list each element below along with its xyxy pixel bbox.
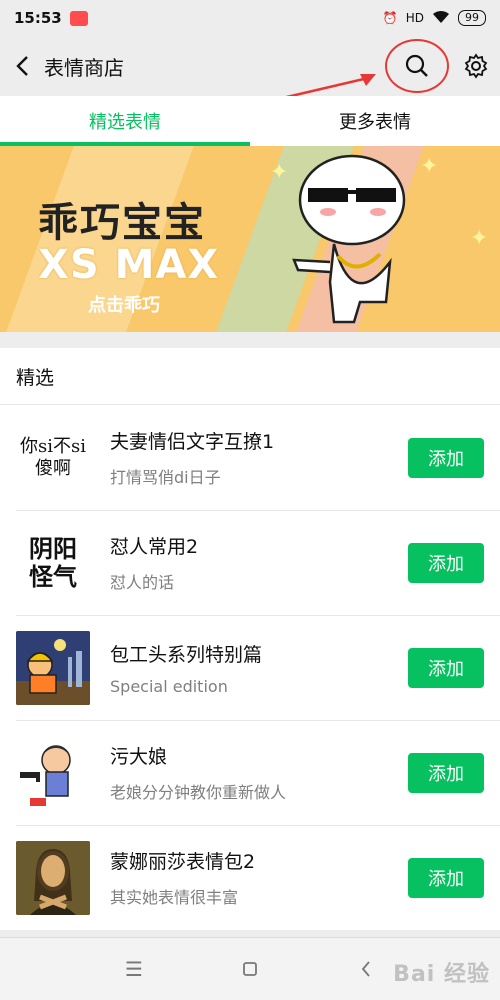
back-icon[interactable] bbox=[351, 954, 381, 984]
thumbnail-text: 阴阳 怪气 bbox=[29, 533, 77, 591]
featured-section: 精选 你si不si 傻啊 夫妻情侣文字互撩1 打情骂俏di日子 添加 阴阳 怪气… bbox=[0, 348, 500, 930]
list-item[interactable]: 阴阳 怪气 怼人常用2 怼人的话 添加 bbox=[0, 510, 500, 615]
item-description: 打情骂俏di日子 bbox=[110, 468, 221, 487]
list-item[interactable]: 蒙娜丽莎表情包2 其实她表情很丰富 添加 bbox=[0, 825, 500, 930]
item-name: 包工头系列特别篇 bbox=[110, 643, 263, 666]
wifi-icon bbox=[432, 10, 450, 27]
home-icon[interactable] bbox=[235, 954, 265, 984]
sticker-thumbnail bbox=[16, 840, 90, 915]
grandma-image bbox=[20, 744, 71, 806]
list-item[interactable]: 包工头系列特别篇 Special edition 添加 bbox=[0, 615, 500, 720]
section-title: 精选 bbox=[0, 348, 500, 405]
tab-bar: 精选表情 更多表情 bbox=[0, 96, 500, 146]
list-item[interactable]: 污大娘 老娘分分钟教你重新做人 添加 bbox=[0, 720, 500, 825]
status-icons: ⏰ HD 99 bbox=[383, 10, 486, 27]
back-arrow-icon bbox=[16, 56, 28, 76]
item-description: 怼人的话 bbox=[110, 573, 175, 592]
mascot-illustration bbox=[292, 154, 406, 324]
sticker-thumbnail bbox=[16, 735, 90, 810]
sparkle-icon: ✦ bbox=[270, 160, 289, 185]
item-description: 老娘分分钟教你重新做人 bbox=[110, 783, 287, 802]
item-name: 夫妻情侣文字互撩1 bbox=[110, 431, 275, 453]
thumbnail-text: 你si不si 傻啊 bbox=[20, 435, 86, 479]
sticker-thumbnail: 你si不si 傻啊 bbox=[16, 421, 90, 495]
sticker-thumbnail bbox=[16, 630, 90, 705]
add-button[interactable]: 添加 bbox=[408, 857, 484, 898]
add-button[interactable]: 添加 bbox=[408, 647, 484, 688]
sparkle-icon: ✦ bbox=[470, 226, 489, 251]
construction-worker-image bbox=[16, 630, 90, 705]
page-title: 表情商店 bbox=[44, 55, 124, 80]
search-button[interactable] bbox=[382, 36, 452, 96]
back-button[interactable] bbox=[0, 36, 44, 96]
add-button[interactable]: 添加 bbox=[408, 437, 484, 478]
tab-more[interactable]: 更多表情 bbox=[250, 96, 500, 146]
tab-featured[interactable]: 精选表情 bbox=[0, 96, 250, 146]
watermark: Bai 经验 bbox=[393, 962, 490, 987]
add-button[interactable]: 添加 bbox=[408, 752, 484, 793]
menu-icon[interactable]: ☰ bbox=[119, 954, 149, 984]
banner-title: 乖巧宝宝 bbox=[38, 199, 206, 246]
item-description: Special edition bbox=[110, 676, 228, 696]
item-name: 蒙娜丽莎表情包2 bbox=[110, 851, 256, 873]
sticker-thumbnail: 阴阳 怪气 bbox=[16, 526, 90, 600]
item-description: 其实她表情很丰富 bbox=[110, 888, 239, 907]
add-button[interactable]: 添加 bbox=[408, 542, 484, 583]
alarm-icon: ⏰ bbox=[382, 11, 398, 25]
annotation-circle bbox=[385, 39, 449, 93]
gear-icon bbox=[464, 53, 488, 79]
app-notification-icon bbox=[69, 10, 88, 26]
item-name: 污大娘 bbox=[110, 746, 168, 768]
settings-button[interactable] bbox=[452, 36, 500, 96]
list-item[interactable]: 你si不si 傻啊 夫妻情侣文字互撩1 打情骂俏di日子 添加 bbox=[0, 405, 500, 510]
banner-cta: 点击乖巧 bbox=[88, 295, 160, 316]
network-label: HD bbox=[405, 11, 424, 25]
promo-banner[interactable]: ✦ ✦ ✦ 乖巧宝宝 XS MAX 点击乖巧 bbox=[0, 146, 500, 332]
banner-subtitle: XS MAX bbox=[38, 242, 220, 288]
navbar: 表情商店 bbox=[0, 36, 500, 96]
sparkle-icon: ✦ bbox=[420, 154, 439, 179]
mona-lisa-image bbox=[16, 840, 90, 915]
status-time: 15:53 bbox=[14, 9, 62, 27]
battery-icon: 99 bbox=[458, 10, 486, 26]
item-name: 怼人常用2 bbox=[110, 536, 199, 558]
status-bar: 15:53 ⏰ HD 99 bbox=[0, 0, 500, 36]
